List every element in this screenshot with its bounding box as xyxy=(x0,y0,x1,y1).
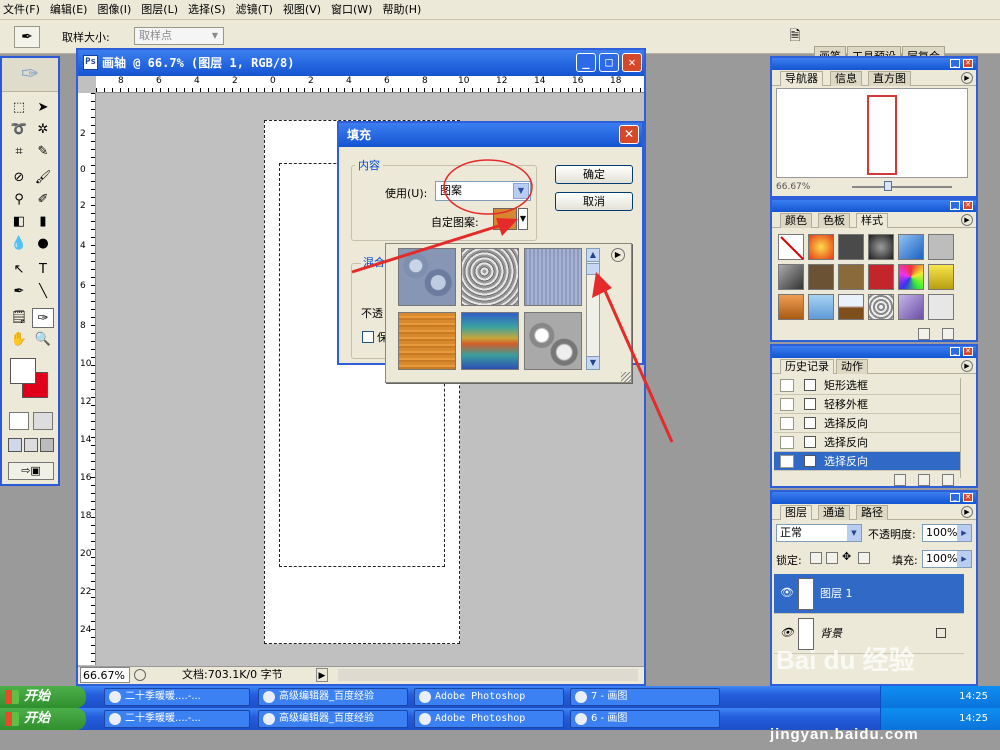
annotation-arrow-line xyxy=(351,221,509,274)
annotation-arrow-line xyxy=(600,283,674,443)
baidu-watermark: Bai du 经验 xyxy=(776,645,915,675)
jingyan-watermark: jingyan.baidu.com xyxy=(770,726,919,743)
annotation-overlay xyxy=(351,159,674,443)
annotation-ellipse xyxy=(443,159,533,215)
annotation-arrow-head xyxy=(592,272,612,298)
annotation-arrow-head xyxy=(496,218,518,236)
